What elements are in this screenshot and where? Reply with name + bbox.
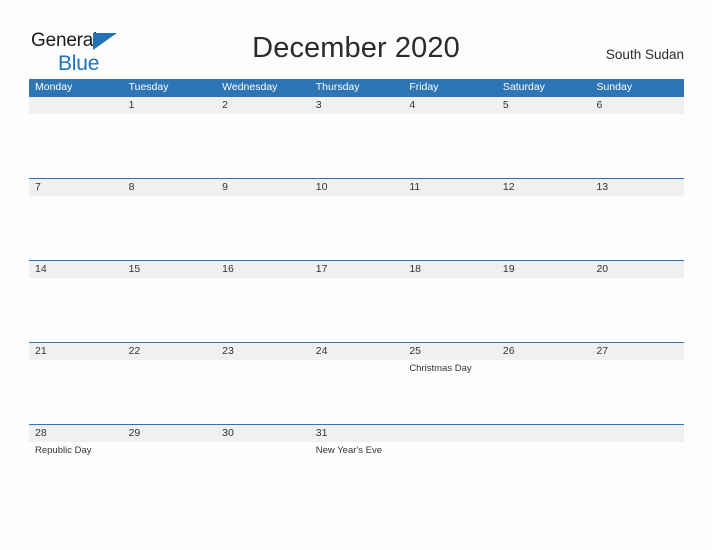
day-number[interactable]: 21 xyxy=(29,343,123,360)
day-number[interactable]: 15 xyxy=(123,261,217,278)
weekday-header-wednesday: Wednesday xyxy=(222,81,278,93)
day-event xyxy=(403,278,497,342)
day-number[interactable]: 27 xyxy=(590,343,684,360)
day-number[interactable]: 31 xyxy=(310,425,404,442)
weekday-header-sunday: Sunday xyxy=(596,81,633,93)
day-event xyxy=(403,114,497,178)
day-number[interactable] xyxy=(29,97,123,114)
day-event xyxy=(590,360,684,424)
calendar-week-row: 28 29 30 31 Republic Day New Year's Eve xyxy=(29,424,684,506)
day-event xyxy=(310,360,404,424)
week-date-band: 7 8 9 10 11 12 13 xyxy=(29,179,684,196)
day-number[interactable]: 3 xyxy=(310,97,404,114)
day-number[interactable]: 22 xyxy=(123,343,217,360)
day-number[interactable]: 28 xyxy=(29,425,123,442)
weekday-header-tuesday: Tuesday xyxy=(128,81,169,93)
week-event-band: Christmas Day xyxy=(29,360,684,424)
day-event xyxy=(590,442,684,506)
day-event xyxy=(123,114,217,178)
day-event xyxy=(310,278,404,342)
day-event xyxy=(497,196,591,260)
day-number[interactable]: 1 xyxy=(123,97,217,114)
day-number[interactable]: 2 xyxy=(216,97,310,114)
day-number[interactable]: 13 xyxy=(590,179,684,196)
day-event xyxy=(29,196,123,260)
day-number[interactable]: 26 xyxy=(497,343,591,360)
day-number[interactable]: 5 xyxy=(497,97,591,114)
day-number[interactable]: 10 xyxy=(310,179,404,196)
day-number[interactable] xyxy=(590,425,684,442)
day-number[interactable]: 14 xyxy=(29,261,123,278)
day-event xyxy=(310,114,404,178)
weekday-header-thursday: Thursday xyxy=(315,81,360,93)
day-event xyxy=(216,360,310,424)
day-event xyxy=(123,196,217,260)
day-number[interactable]: 7 xyxy=(29,179,123,196)
day-event xyxy=(403,442,497,506)
week-event-band: Republic Day New Year's Eve xyxy=(29,442,684,506)
day-number[interactable]: 8 xyxy=(123,179,217,196)
page-header: General Blue December 2020 South Sudan xyxy=(0,0,712,78)
calendar-week-row: 7 8 9 10 11 12 13 xyxy=(29,178,684,260)
day-event xyxy=(590,114,684,178)
weekday-header-row: Monday Tuesday Wednesday Thursday Friday… xyxy=(29,79,684,96)
day-number[interactable]: 6 xyxy=(590,97,684,114)
day-number[interactable]: 29 xyxy=(123,425,217,442)
day-event xyxy=(403,196,497,260)
day-number[interactable]: 20 xyxy=(590,261,684,278)
day-event xyxy=(216,114,310,178)
day-event xyxy=(216,278,310,342)
week-date-band: 14 15 16 17 18 19 20 xyxy=(29,261,684,278)
day-event xyxy=(590,196,684,260)
weekday-header-saturday: Saturday xyxy=(502,81,545,93)
day-event xyxy=(29,114,123,178)
day-event-republic-day: Republic Day xyxy=(35,445,92,456)
week-date-band: 21 22 23 24 25 26 27 xyxy=(29,343,684,360)
day-number[interactable]: 18 xyxy=(403,261,497,278)
day-event xyxy=(497,278,591,342)
week-event-band xyxy=(29,114,684,178)
day-event xyxy=(590,278,684,342)
day-number[interactable]: 23 xyxy=(216,343,310,360)
calendar-week-row: 21 22 23 24 25 26 27 Christmas Day xyxy=(29,342,684,424)
week-date-band: 1 2 3 4 5 6 xyxy=(29,97,684,114)
day-event xyxy=(497,442,591,506)
day-number[interactable] xyxy=(403,425,497,442)
weekday-header-monday: Monday xyxy=(35,81,73,93)
week-event-band xyxy=(29,278,684,342)
day-number[interactable]: 24 xyxy=(310,343,404,360)
week-date-band: 28 29 30 31 xyxy=(29,425,684,442)
day-number[interactable]: 11 xyxy=(403,179,497,196)
weekday-header-friday: Friday xyxy=(409,81,439,93)
day-event xyxy=(29,360,123,424)
day-event-christmas: Christmas Day xyxy=(409,363,472,374)
day-event-new-years-eve: New Year's Eve xyxy=(315,445,382,456)
day-number[interactable]: 16 xyxy=(216,261,310,278)
day-event xyxy=(123,278,217,342)
week-event-band xyxy=(29,196,684,260)
day-number[interactable]: 30 xyxy=(216,425,310,442)
day-number[interactable]: 19 xyxy=(497,261,591,278)
day-event xyxy=(29,278,123,342)
calendar-grid: Monday Tuesday Wednesday Thursday Friday… xyxy=(29,79,684,506)
calendar-week-row: 14 15 16 17 18 19 20 xyxy=(29,260,684,342)
day-event xyxy=(497,360,591,424)
day-event xyxy=(497,114,591,178)
day-event xyxy=(123,360,217,424)
day-number[interactable]: 25 xyxy=(403,343,497,360)
day-number[interactable]: 9 xyxy=(216,179,310,196)
day-event xyxy=(310,196,404,260)
calendar-week-row: 1 2 3 4 5 6 xyxy=(29,96,684,178)
region-label: South Sudan xyxy=(605,47,684,62)
calendar-page: General Blue December 2020 South Sudan M… xyxy=(0,0,712,550)
day-number[interactable] xyxy=(497,425,591,442)
day-number[interactable]: 12 xyxy=(497,179,591,196)
day-event xyxy=(123,442,217,506)
day-event xyxy=(216,196,310,260)
day-number[interactable]: 17 xyxy=(310,261,404,278)
day-number[interactable]: 4 xyxy=(403,97,497,114)
day-event xyxy=(216,442,310,506)
